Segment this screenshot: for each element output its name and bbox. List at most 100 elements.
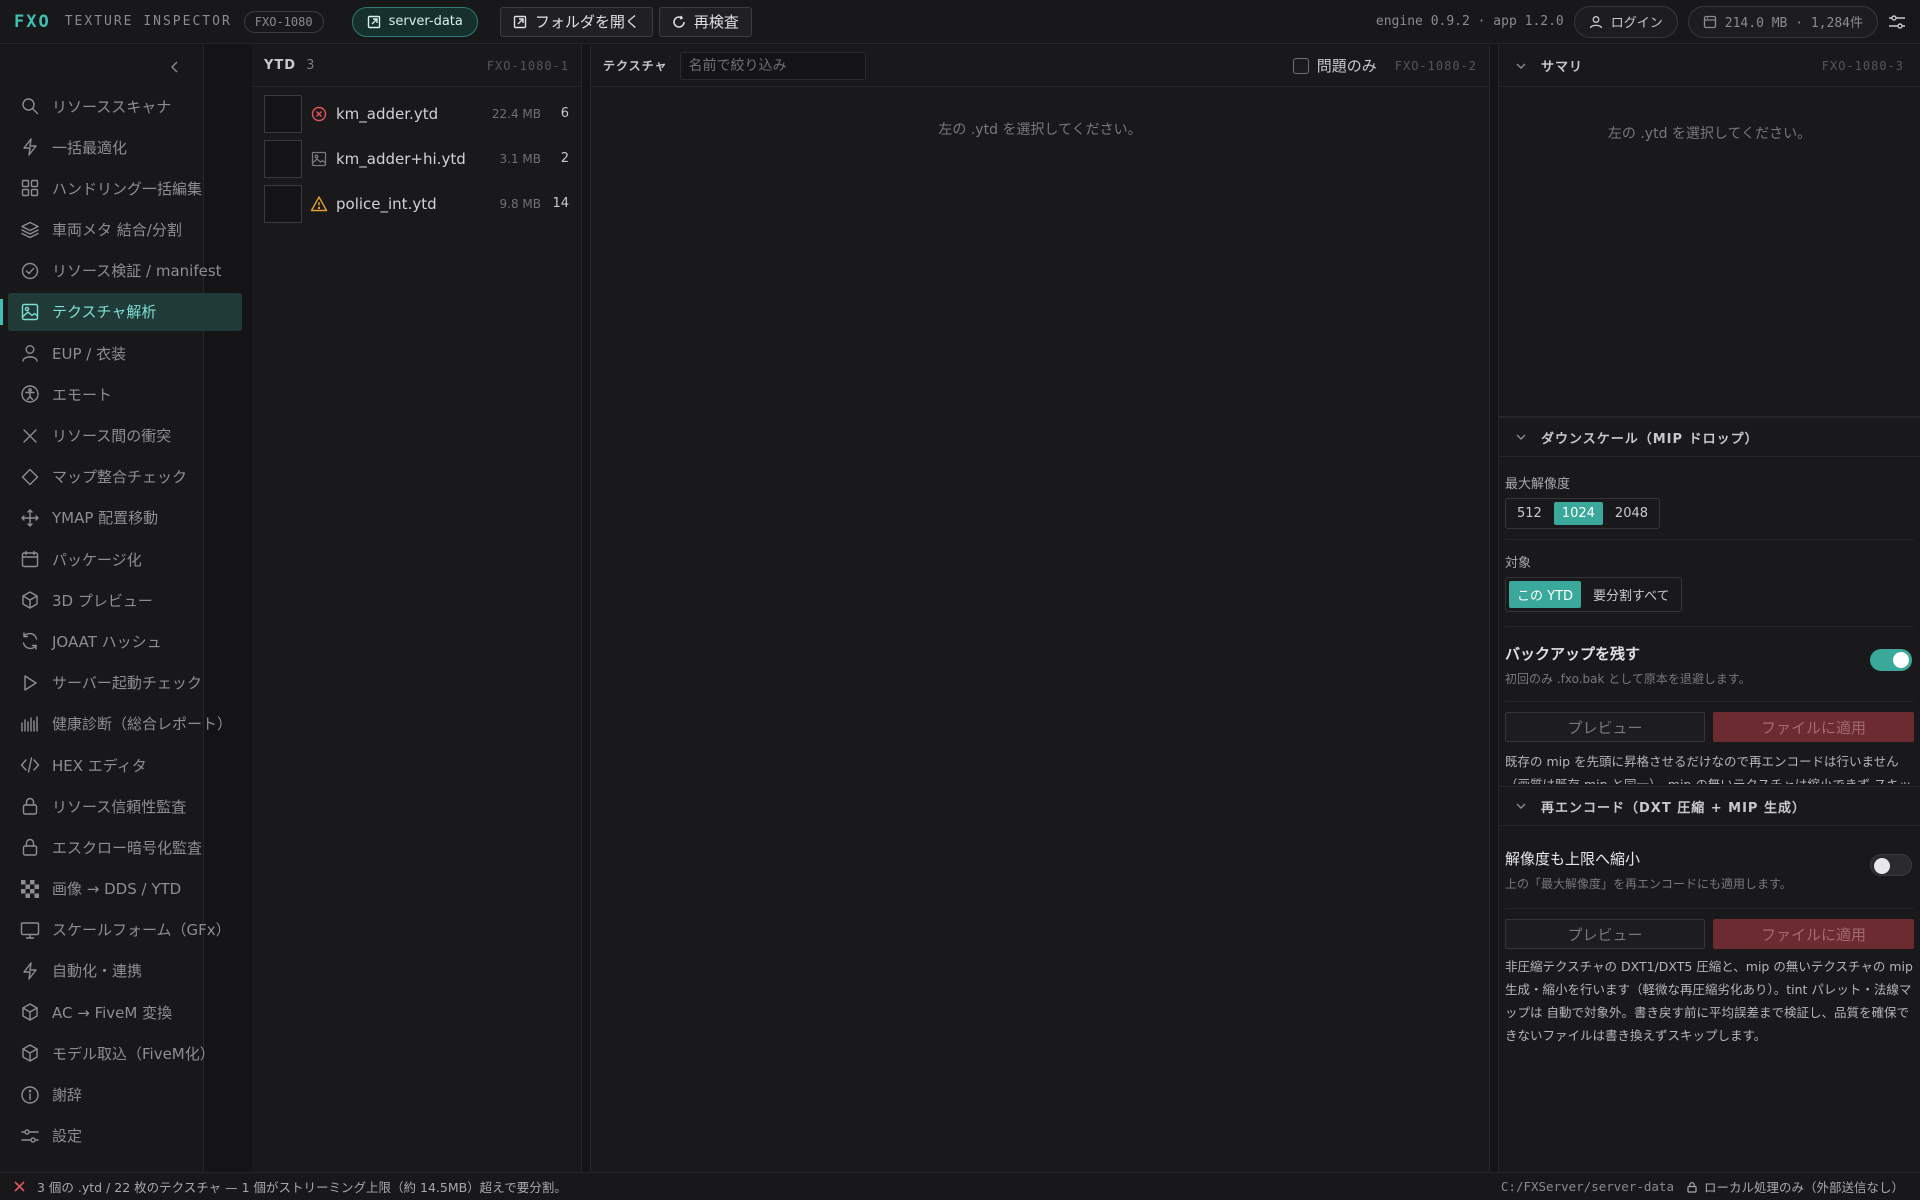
sidebar-item-label: EUP / 衣装: [52, 344, 127, 363]
ytd-file-row[interactable]: km_adder.ytd 22.4 MB 6: [252, 91, 581, 136]
open-folder-button[interactable]: フォルダを開く: [499, 6, 653, 37]
downscale-section-header[interactable]: ダウンスケール（MIP ドロップ）: [1499, 417, 1920, 457]
sidebar-item-label: 健康診断（総合レポート）: [52, 715, 233, 734]
sidebar-item-label: 設定: [52, 1127, 83, 1146]
play-icon: [20, 673, 40, 693]
sidebar-item[interactable]: 謝辞: [8, 1076, 242, 1114]
sidebar-item[interactable]: 3D プレビュー: [8, 581, 242, 619]
login-button[interactable]: ログイン: [1573, 5, 1678, 38]
shrink-subtitle: 上の「最大解像度」を再エンコードにも適用します。: [1505, 877, 1792, 891]
toggle-knob: [1874, 858, 1890, 874]
backup-toggle[interactable]: [1870, 649, 1912, 671]
sidebar-item[interactable]: エスクロー暗号化監査: [8, 828, 242, 866]
issues-only-box[interactable]: [1292, 57, 1309, 74]
sidebar-item[interactable]: リソース間の衝突: [8, 417, 242, 455]
sidebar-item[interactable]: YMAP 配置移動: [8, 499, 242, 537]
sidebar-item-label: JOAAT ハッシュ: [52, 632, 162, 651]
resolution-option[interactable]: 2048: [1607, 502, 1656, 525]
status-message: 3 個の .ytd / 22 枚のテクスチャ — 1 個がストリーミング上限（約…: [37, 1180, 567, 1195]
sidebar-item-label: 謝辞: [52, 1086, 83, 1104]
sidebar-item-label: 一括最適化: [52, 138, 128, 157]
file-name: police_int.ytd: [336, 194, 437, 213]
reencode-section-header[interactable]: 再エンコード（DXT 圧縮 + MIP 生成）: [1499, 786, 1920, 826]
shrink-toggle[interactable]: [1870, 854, 1912, 876]
sidebar-item[interactable]: AC → FiveM 変換: [8, 993, 242, 1031]
image-icon: [20, 302, 40, 322]
sidebar-item[interactable]: 健康診断（総合レポート）: [8, 705, 242, 743]
shrink-row: 解像度も上限へ縮小 上の「最大解像度」を再エンコードにも適用します。: [1499, 848, 1920, 892]
downscale-preview-button[interactable]: プレビュー: [1505, 712, 1705, 742]
lock-icon: [1687, 1181, 1697, 1193]
layers-icon: [20, 220, 40, 240]
storage-indicator[interactable]: 214.0 MB · 1,284件: [1687, 5, 1878, 38]
texture-count: 6: [560, 106, 569, 121]
resolution-option[interactable]: 512: [1509, 502, 1550, 525]
move-icon: [20, 508, 40, 528]
texture-filter-input[interactable]: [679, 51, 866, 80]
sidebar-item[interactable]: EUP / 衣装: [8, 334, 242, 372]
sidebar-item[interactable]: マップ整合チェック: [8, 458, 242, 496]
info-icon: [20, 1085, 40, 1105]
reencode-apply-button[interactable]: ファイルに適用: [1713, 919, 1914, 949]
person-circle-icon: [20, 384, 40, 404]
sidebar-item[interactable]: パッケージ化: [8, 540, 242, 578]
sidebar-item[interactable]: 自動化・連携: [8, 952, 242, 990]
sidebar-item[interactable]: エモート: [8, 375, 242, 413]
target-selector: この YTD 要分割すべて: [1505, 577, 1682, 612]
target-option[interactable]: 要分割すべて: [1585, 581, 1678, 608]
sidebar-item[interactable]: 設定: [8, 1117, 242, 1155]
downscale-apply-button[interactable]: ファイルに適用: [1713, 712, 1914, 742]
ytd-file-row[interactable]: police_int.ytd 9.8 MB 14: [252, 181, 581, 226]
file-thumbnail: [264, 184, 302, 223]
lock-icon: [20, 837, 40, 857]
file-name: km_adder+hi.ytd: [336, 149, 466, 168]
user-icon: [1589, 15, 1602, 28]
target-option[interactable]: この YTD: [1509, 581, 1582, 608]
package-icon: [20, 549, 40, 569]
sidebar-nav: リソーススキャナ 一括最適化ハンドリング一括編集 車両メタ 結合/分割 リソース検証 …: [0, 87, 242, 1158]
open-folder-icon: [513, 15, 527, 28]
sidebar-item[interactable]: リソース信頼性監査: [8, 787, 242, 825]
resolution-option[interactable]: 1024: [1553, 502, 1603, 525]
sidebar-item-label: サーバー起動チェック: [52, 674, 202, 693]
ytd-file-row[interactable]: km_adder+hi.ytd 3.1 MB 2: [252, 136, 581, 181]
sidebar-item[interactable]: リソース検証 / manifest: [8, 252, 242, 290]
sidebar-item-label: スケールフォーム（GFx）: [52, 921, 231, 940]
sidebar-item-label: エモート: [52, 385, 113, 404]
issues-only-checkbox[interactable]: 問題のみ: [1292, 55, 1377, 76]
error-x-icon: [14, 1181, 25, 1192]
sidebar-item[interactable]: スケールフォーム（GFx）: [8, 911, 242, 949]
rescan-button[interactable]: 再検査: [658, 6, 752, 37]
ytd-panel: YTD 3 FXO-1080-1 km_adder.ytd 22.4 MB 6 km_…: [252, 45, 582, 1172]
collapse-sidebar-chevron-icon[interactable]: [169, 61, 181, 73]
sidebar-item[interactable]: モデル取込（FiveM化）: [8, 1034, 242, 1072]
sidebar-item[interactable]: HEX エディタ: [8, 746, 242, 784]
texture-count: 14: [552, 196, 569, 211]
sidebar-item[interactable]: ハンドリング一括編集: [8, 169, 242, 207]
server-data-chip[interactable]: server-data: [351, 6, 478, 37]
settings-sliders-icon[interactable]: [1888, 13, 1906, 31]
downscale-note: 既存の mip を先頭に昇格させるだけなので再エンコードは行いません（画質は既存…: [1505, 754, 1911, 784]
backup-row: バックアップを残す 初回のみ .fxo.bak として原本を退避します。: [1499, 643, 1920, 687]
sidebar-item-label: モデル取込（FiveM化）: [52, 1044, 215, 1063]
file-size: 3.1 MB: [499, 151, 541, 166]
sidebar-item[interactable]: テクスチャ解析: [0, 292, 242, 331]
sidebar-item-label: リソーススキャナ: [52, 97, 172, 116]
sidebar-item[interactable]: 画像 → DDS / YTD: [8, 870, 242, 908]
sidebar-item[interactable]: JOAAT ハッシュ: [8, 622, 242, 660]
summary-section-header[interactable]: サマリ FXO-1080-3: [1499, 45, 1920, 87]
file-name: km_adder.ytd: [336, 104, 439, 123]
reencode-preview-button[interactable]: プレビュー: [1505, 919, 1705, 949]
ytd-panel-code: FXO-1080-1: [486, 58, 569, 73]
error-icon: [310, 105, 328, 123]
grid-icon: [20, 178, 40, 198]
cube-icon: [20, 1043, 40, 1063]
lock-icon: [20, 796, 40, 816]
sidebar-item[interactable]: サーバー起動チェック: [8, 664, 242, 702]
sidebar-item-label: マップ整合チェック: [52, 468, 188, 487]
sidebar-item[interactable]: 一括最適化: [8, 128, 242, 166]
downscale-actions: プレビュー ファイルに適用: [1499, 712, 1920, 742]
code-icon: [20, 755, 40, 775]
sidebar-item[interactable]: 車両メタ 結合/分割: [8, 211, 242, 249]
sidebar-item[interactable]: リソーススキャナ: [8, 87, 242, 125]
